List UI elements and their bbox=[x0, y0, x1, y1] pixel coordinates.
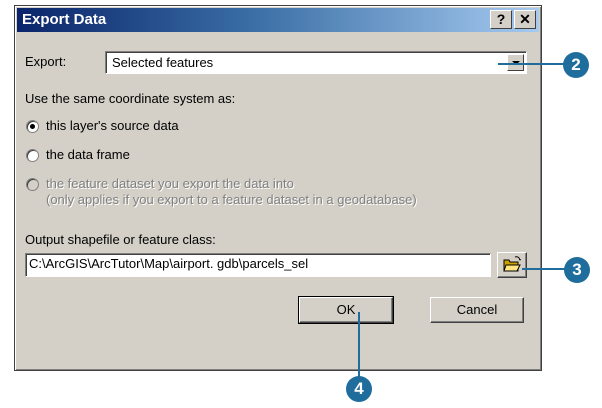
dialog-title: Export Data bbox=[22, 11, 107, 28]
radio-data-frame-label[interactable]: the data frame bbox=[46, 147, 130, 162]
folder-open-icon bbox=[503, 256, 521, 272]
radio-source-data-label[interactable]: this layer's source data bbox=[46, 118, 179, 133]
output-label: Output shapefile or feature class: bbox=[25, 232, 216, 247]
radio-feature-dataset-note: (only applies if you export to a feature… bbox=[46, 192, 417, 207]
callout-2: 2 bbox=[563, 52, 589, 78]
callout-line-3 bbox=[522, 268, 565, 270]
radio-data-frame[interactable] bbox=[26, 149, 39, 162]
help-button[interactable]: ? bbox=[490, 10, 512, 29]
export-label: Export: bbox=[25, 54, 67, 69]
export-selected-value: Selected features bbox=[112, 55, 214, 70]
output-path-field[interactable] bbox=[25, 253, 491, 277]
radio-feature-dataset-label: the feature dataset you export the data … bbox=[46, 176, 294, 191]
callout-line-2 bbox=[498, 63, 564, 65]
ok-button[interactable]: OK bbox=[298, 296, 394, 324]
export-data-dialog: Export Data ? ✕ Export: Selected feature… bbox=[14, 5, 542, 371]
close-button[interactable]: ✕ bbox=[514, 10, 536, 29]
radio-feature-dataset bbox=[26, 178, 39, 191]
callout-3: 3 bbox=[564, 257, 590, 283]
output-path-input[interactable] bbox=[29, 256, 484, 271]
radio-source-data[interactable] bbox=[26, 120, 39, 133]
browse-button[interactable] bbox=[497, 252, 527, 278]
cancel-button[interactable]: Cancel bbox=[430, 297, 524, 323]
export-dropdown[interactable]: Selected features bbox=[105, 51, 527, 74]
coordinate-system-label: Use the same coordinate system as: bbox=[25, 91, 236, 106]
title-bar[interactable]: Export Data ? ✕ bbox=[17, 8, 539, 32]
callout-4: 4 bbox=[346, 376, 372, 402]
callout-line-4 bbox=[358, 312, 360, 377]
